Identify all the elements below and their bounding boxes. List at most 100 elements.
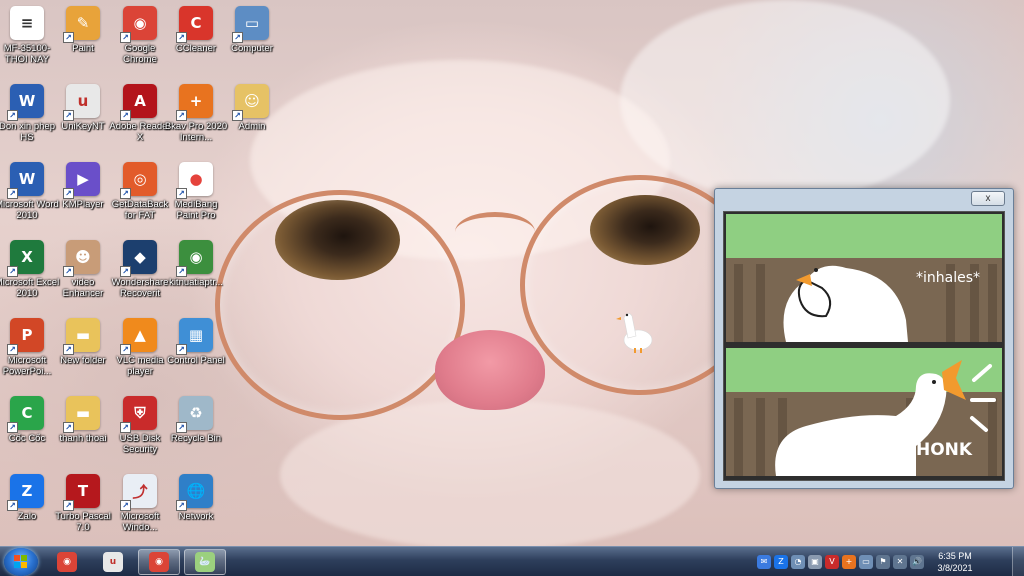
shortcut-arrow-icon: ↗ bbox=[176, 422, 187, 433]
desktop-icon[interactable]: ☺ ↗ Admin bbox=[221, 80, 283, 154]
usb-tray-icon[interactable]: ▣ bbox=[808, 555, 822, 569]
action-center-icon[interactable]: ✕ bbox=[893, 555, 907, 569]
network-globe-icon: 🌐 ↗ bbox=[176, 474, 213, 511]
desktop-icon[interactable]: ☻ ↗ video Enhancer bbox=[52, 236, 114, 310]
goose-icon: 🦢 bbox=[195, 552, 215, 572]
shortcut-arrow-icon: ↗ bbox=[120, 500, 131, 511]
word-icon: W ↗ bbox=[7, 162, 44, 199]
clock-date: 3/8/2021 bbox=[937, 563, 973, 573]
glasses-left-lens bbox=[215, 190, 465, 420]
desktop-icon[interactable]: C ↗ CCleaner bbox=[165, 2, 227, 76]
excel-icon: X ↗ bbox=[7, 240, 44, 277]
zalo-tray-icon[interactable]: Z bbox=[774, 555, 788, 569]
shortcut-arrow-icon: ↗ bbox=[7, 344, 18, 355]
taskbar-unikey[interactable]: u bbox=[92, 549, 134, 575]
desktop-icon[interactable]: ◉ ↗ Google Chrome bbox=[109, 2, 171, 76]
shortcut-arrow-icon: ↗ bbox=[120, 32, 131, 43]
desktop-icon[interactable]: W ↗ Don xin phep HS bbox=[0, 80, 58, 154]
monitor-tray-icon[interactable]: ▭ bbox=[859, 555, 873, 569]
windows-logo-icon bbox=[14, 555, 28, 569]
shortcut-arrow-icon: ↗ bbox=[120, 344, 131, 355]
desktop-icon[interactable]: u ↗ UniKeyNT bbox=[52, 80, 114, 154]
windows-installer-icon: ⤴ ↗ bbox=[120, 474, 157, 511]
taskbar-chrome[interactable]: ◉ bbox=[46, 549, 88, 575]
desktop-icon-label: Recycle Bin bbox=[170, 433, 222, 444]
desktop-icon-label: Computer bbox=[231, 43, 273, 54]
desktop-icon[interactable]: P ↗ Microsoft PowerPoi... bbox=[0, 314, 58, 388]
shortcut-arrow-icon: ↗ bbox=[120, 110, 131, 121]
desktop-icon[interactable]: ▬ ↗ thanh thoai bbox=[52, 392, 114, 466]
turbo-pascal-icon: T ↗ bbox=[63, 474, 100, 511]
desktop-icon[interactable]: ≡ MF-35100-THOI NAY bbox=[0, 2, 58, 76]
desktop-goose-icon[interactable] bbox=[612, 304, 656, 354]
cat-nose bbox=[435, 330, 545, 410]
shortcut-arrow-icon: ↗ bbox=[176, 32, 187, 43]
desktop-icon[interactable]: ● ↗ MediBang Paint Pro bbox=[165, 158, 227, 232]
shortcut-arrow-icon: ↗ bbox=[120, 188, 131, 199]
shortcut-arrow-icon: ↗ bbox=[63, 422, 74, 433]
desktop-icon[interactable]: ▲ ↗ VLC media player bbox=[109, 314, 171, 388]
lifebuoy-icon: ◎ ↗ bbox=[120, 162, 157, 199]
shortcut-arrow-icon: ↗ bbox=[176, 500, 187, 511]
zalo-icon: Z ↗ bbox=[7, 474, 44, 511]
desktop-icon[interactable]: C ↗ Cốc Cốc bbox=[0, 392, 58, 466]
desktop-icon[interactable]: ◆ ↗ Wondershare Recoverit bbox=[109, 236, 171, 310]
desktop-icon[interactable]: W ↗ Microsoft Word 2010 bbox=[0, 158, 59, 232]
messenger-icon[interactable]: ✉ bbox=[757, 555, 771, 569]
shortcut-arrow-icon: ↗ bbox=[176, 266, 187, 277]
vietnamese-keyboard-icon[interactable]: V bbox=[825, 555, 839, 569]
desktop-icon[interactable]: ▭ ↗ Computer bbox=[221, 2, 283, 76]
desktop-icon[interactable]: ♻ ↗ Recycle Bin bbox=[165, 392, 227, 466]
desktop-icon-label: Control Panel bbox=[167, 355, 225, 366]
taskbar-goose-app[interactable]: 🦢 bbox=[184, 549, 226, 575]
shortcut-arrow-icon: ↗ bbox=[176, 344, 187, 355]
shortcut-arrow-icon: ↗ bbox=[63, 110, 74, 121]
bkav-tray-icon[interactable]: + bbox=[842, 555, 856, 569]
ccleaner-icon: C ↗ bbox=[176, 6, 213, 43]
flag-tray-icon[interactable]: ⚑ bbox=[876, 555, 890, 569]
desktop-icon-label: Admin bbox=[238, 121, 266, 132]
meme-panel-inhale: *inhales* bbox=[726, 214, 1002, 342]
shortcut-arrow-icon: ↗ bbox=[7, 266, 18, 277]
desktop-icon[interactable]: ⛨ ↗ USB Disk Security bbox=[109, 392, 171, 466]
show-desktop-button[interactable] bbox=[1012, 547, 1024, 576]
vlc-cone-icon: ▲ ↗ bbox=[120, 318, 157, 355]
word-document-icon: W ↗ bbox=[7, 84, 44, 121]
pdf-document-icon: ≡ bbox=[10, 6, 44, 40]
folder-icon: ▬ ↗ bbox=[63, 318, 100, 355]
desktop-icon[interactable]: + ↗ Bkav Pro 2020 Intern... bbox=[165, 80, 227, 154]
desktop-icon[interactable]: ✎ ↗ Paint bbox=[52, 2, 114, 76]
chrome-icon: ◉ bbox=[57, 552, 77, 572]
desktop-icon[interactable]: ▬ ↗ New folder bbox=[52, 314, 114, 388]
start-button[interactable] bbox=[4, 548, 38, 576]
shortcut-arrow-icon: ↗ bbox=[7, 188, 18, 199]
shortcut-arrow-icon: ↗ bbox=[176, 110, 187, 121]
desktop-icon[interactable]: ⤴ ↗ Microsoft Windo... bbox=[109, 470, 171, 544]
paint-palette-icon: ✎ ↗ bbox=[63, 6, 100, 43]
goose-meme-window[interactable]: x *inhales* HONK bbox=[714, 188, 1014, 489]
glasses-bridge bbox=[455, 212, 535, 252]
desktop-icon[interactable]: ◎ ↗ GetDataBack for FAT bbox=[109, 158, 171, 232]
desktop-icon[interactable]: A ↗ Adobe Reader X bbox=[109, 80, 171, 154]
desktop-icon-label: MediBang Paint Pro bbox=[174, 199, 218, 221]
taskbar-chrome-window[interactable]: ◉ bbox=[138, 549, 180, 575]
unikey-icon: u bbox=[103, 552, 123, 572]
meme-panel-honk: HONK bbox=[726, 348, 1002, 476]
desktop-icon[interactable]: ◉ ↗ kitnuatiaptr... bbox=[165, 236, 227, 310]
desktop-icon[interactable]: ▶ ↗ KMPlayer bbox=[52, 158, 114, 232]
usb-shield-icon: ⛨ ↗ bbox=[120, 396, 157, 433]
window-close-button[interactable]: x bbox=[971, 191, 1005, 206]
taskbar-clock[interactable]: 6:35 PM 3/8/2021 bbox=[930, 550, 980, 574]
meme-image: *inhales* HONK bbox=[723, 211, 1005, 481]
desktop-icon[interactable]: 🌐 ↗ Network bbox=[165, 470, 227, 544]
desktop-icon[interactable]: ▦ ↗ Control Panel bbox=[165, 314, 227, 388]
network-tray-icon[interactable]: ◔ bbox=[791, 555, 805, 569]
shortcut-arrow-icon: ↗ bbox=[63, 500, 74, 511]
desktop-icon-label: Network bbox=[178, 511, 214, 522]
goose-inhaling-illustration bbox=[783, 265, 908, 342]
volume-icon[interactable]: 🔊 bbox=[910, 555, 924, 569]
shortcut-arrow-icon: ↗ bbox=[120, 422, 131, 433]
shortcut-arrow-icon: ↗ bbox=[232, 110, 243, 121]
computer-icon: ▭ ↗ bbox=[232, 6, 269, 43]
desktop-icon[interactable]: T ↗ Turbo Pascal 7.0 bbox=[52, 470, 114, 544]
